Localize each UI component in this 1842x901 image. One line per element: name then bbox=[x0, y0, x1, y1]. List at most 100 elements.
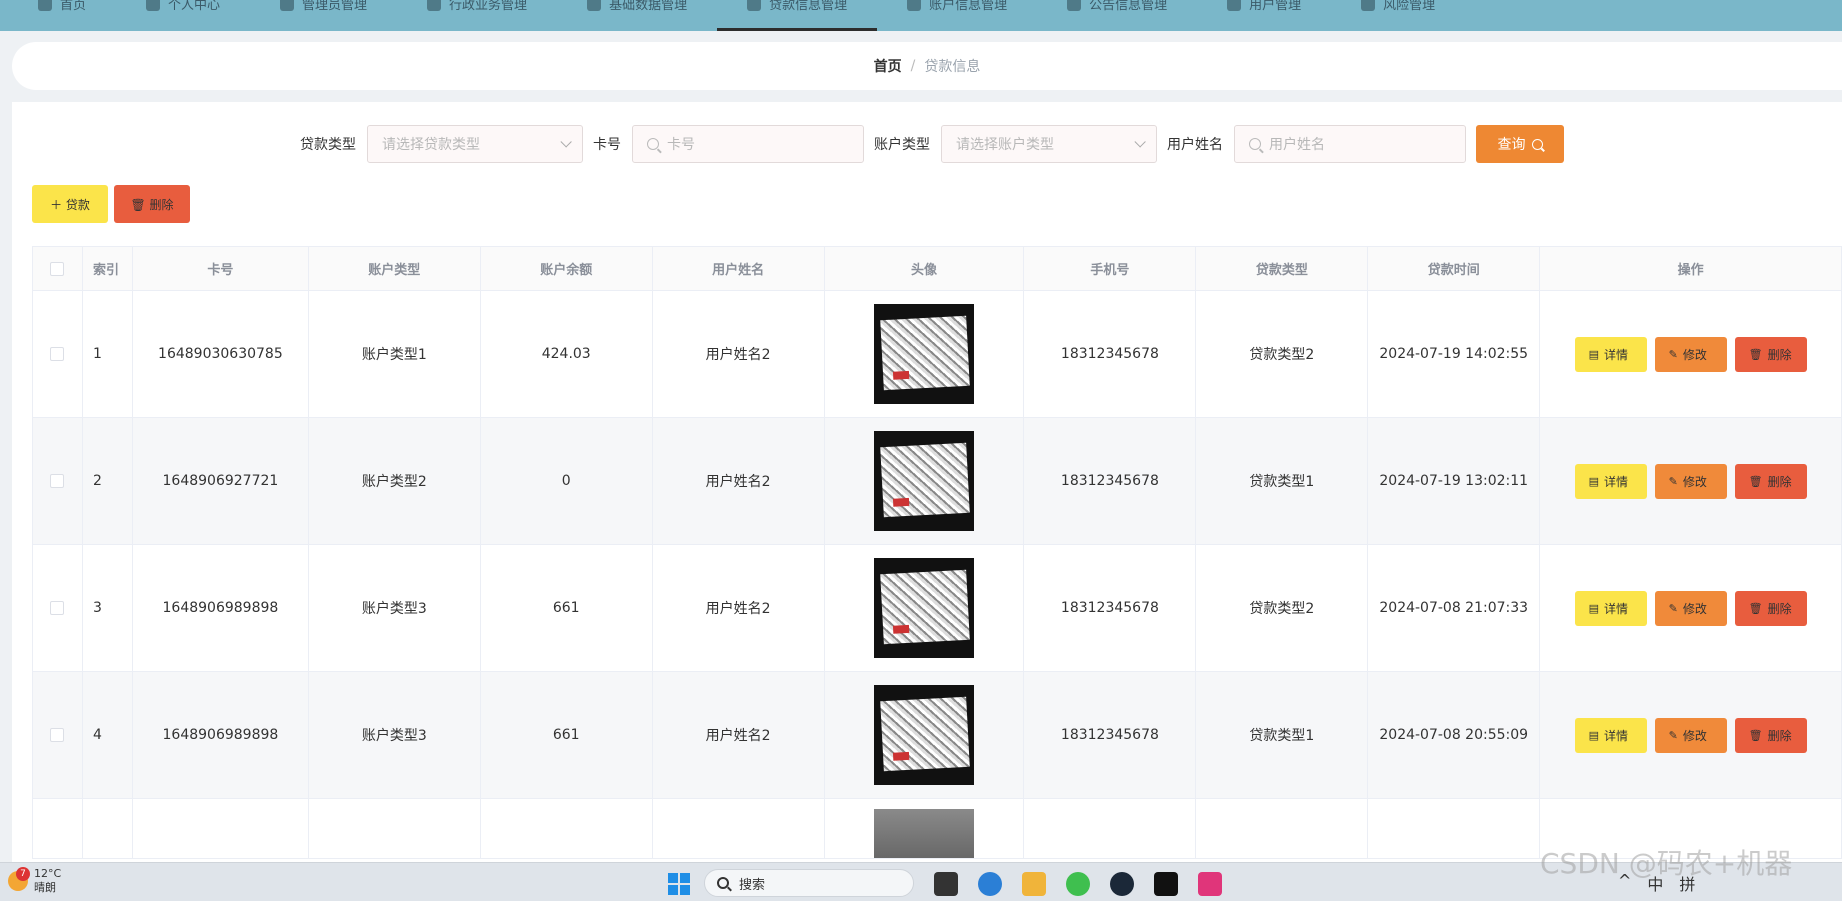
account-type-label: 账户类型 bbox=[874, 137, 930, 153]
nav-item-loan[interactable]: 贷款信息管理 bbox=[717, 0, 878, 31]
cell-ops: ▤ 详情 ✎ 修改 🗑 删除 bbox=[1540, 672, 1842, 799]
search-icon bbox=[717, 877, 729, 889]
table-row: 2 1648906927721 账户类型2 0 用户姓名2 1831234567… bbox=[33, 418, 1842, 545]
cell-username: 用户姓名2 bbox=[652, 672, 825, 799]
delete-label: 删除 bbox=[1767, 474, 1792, 489]
avatar[interactable] bbox=[874, 809, 975, 858]
cell-avatar bbox=[824, 672, 1025, 799]
nav-item-profile[interactable]: 个人中心 bbox=[116, 0, 250, 31]
users-icon bbox=[1227, 0, 1242, 11]
row-select[interactable] bbox=[33, 291, 83, 418]
row-select[interactable] bbox=[33, 418, 83, 545]
avatar[interactable] bbox=[874, 431, 975, 531]
pin-icon bbox=[427, 0, 442, 11]
avatar[interactable] bbox=[874, 685, 975, 785]
pencil-icon: ✎ bbox=[1668, 474, 1678, 488]
intellij-icon[interactable] bbox=[1198, 872, 1222, 896]
edit-label: 修改 bbox=[1682, 728, 1707, 743]
wechat-icon[interactable] bbox=[1066, 872, 1090, 896]
detail-label: 详情 bbox=[1604, 601, 1629, 616]
watermark: CSDN @码农+机器 bbox=[1540, 847, 1793, 880]
edge-icon[interactable] bbox=[978, 872, 1002, 896]
cell-ops: ▤ 详情 ✎ 修改 🗑 删除 bbox=[1540, 418, 1842, 545]
breadcrumb-home[interactable]: 首页 bbox=[874, 56, 902, 76]
document-icon: ▤ bbox=[1588, 601, 1599, 615]
task-view-icon[interactable] bbox=[934, 872, 958, 896]
admin-icon bbox=[280, 0, 295, 11]
detail-button[interactable]: ▤ 详情 bbox=[1574, 336, 1647, 372]
delete-button[interactable]: 🗑 删除 bbox=[1734, 336, 1807, 372]
avatar[interactable] bbox=[874, 558, 975, 658]
nav-item-admin[interactable]: 管理员管理 bbox=[250, 0, 397, 31]
delete-button[interactable]: 🗑 删除 bbox=[1734, 590, 1807, 626]
taskbar-search[interactable]: 搜索 bbox=[704, 869, 914, 897]
nav-item-home[interactable]: 首页 bbox=[8, 0, 116, 31]
steam-icon[interactable] bbox=[1110, 872, 1134, 896]
edit-button[interactable]: ✎ 修改 bbox=[1654, 336, 1727, 372]
pencil-icon: ✎ bbox=[1668, 728, 1678, 742]
header-ops: 操作 bbox=[1540, 247, 1842, 291]
cell-username: 用户姓名2 bbox=[652, 291, 825, 418]
header-loan-time: 贷款时间 bbox=[1368, 247, 1541, 291]
weather-widget[interactable]: 7 12°C 晴朗 bbox=[8, 867, 61, 895]
checkbox[interactable] bbox=[50, 728, 65, 742]
delete-button[interactable]: 🗑 删除 bbox=[1734, 463, 1807, 499]
edit-label: 修改 bbox=[1682, 474, 1707, 489]
nav-item-account[interactable]: 账户信息管理 bbox=[877, 0, 1037, 31]
edit-button[interactable]: ✎ 修改 bbox=[1654, 717, 1727, 753]
document-icon: ▤ bbox=[1588, 728, 1599, 742]
nav-item-risk[interactable]: 风险管理 bbox=[1331, 0, 1465, 31]
nav-item-users[interactable]: 用户管理 bbox=[1197, 0, 1331, 31]
edit-button[interactable]: ✎ 修改 bbox=[1654, 463, 1727, 499]
windows-start-icon[interactable] bbox=[668, 873, 690, 895]
folder-icon[interactable] bbox=[1022, 872, 1046, 896]
cell-index: 3 bbox=[82, 545, 133, 672]
account-icon bbox=[907, 0, 922, 11]
cell-index: 1 bbox=[82, 291, 133, 418]
checkbox[interactable] bbox=[50, 347, 65, 361]
breadcrumb: 首页 / 贷款信息 bbox=[12, 42, 1842, 90]
cell-account-type: 账户类型2 bbox=[308, 418, 481, 545]
user-icon bbox=[146, 0, 161, 11]
card-input[interactable]: 卡号 bbox=[632, 125, 864, 163]
header-card: 卡号 bbox=[132, 247, 309, 291]
plus-icon: ＋ bbox=[50, 197, 63, 212]
detail-button[interactable]: ▤ 详情 bbox=[1574, 717, 1647, 753]
pencil-icon: ✎ bbox=[1668, 347, 1678, 361]
search-icon bbox=[1249, 138, 1261, 150]
breadcrumb-current: 贷款信息 bbox=[924, 59, 981, 75]
loan-type-select[interactable]: 请选择贷款类型 bbox=[367, 125, 583, 163]
notification-badge: 7 bbox=[16, 867, 30, 881]
account-type-select[interactable]: 请选择账户类型 bbox=[941, 125, 1157, 163]
header-select-all[interactable] bbox=[33, 247, 83, 291]
delete-label: 删除 bbox=[1767, 347, 1792, 362]
row-select[interactable] bbox=[33, 545, 83, 672]
edit-label: 修改 bbox=[1682, 347, 1707, 362]
detail-button[interactable]: ▤ 详情 bbox=[1574, 463, 1647, 499]
checkbox[interactable] bbox=[50, 601, 65, 615]
delete-label: 删除 bbox=[1767, 601, 1792, 616]
nav-item-business[interactable]: 行政业务管理 bbox=[397, 0, 557, 31]
home-icon bbox=[38, 0, 52, 11]
trash-icon: 🗑 bbox=[1748, 347, 1763, 361]
nav-item-basedata[interactable]: 基础数据管理 bbox=[557, 0, 717, 31]
header-phone: 手机号 bbox=[1024, 247, 1197, 291]
edit-button[interactable]: ✎ 修改 bbox=[1654, 590, 1727, 626]
username-input[interactable]: 用户姓名 bbox=[1234, 125, 1466, 163]
nav-item-notice[interactable]: 公告信息管理 bbox=[1037, 0, 1197, 31]
cell-avatar bbox=[824, 291, 1025, 418]
header-balance: 账户余额 bbox=[480, 247, 653, 291]
delete-button[interactable]: 🗑 删除 bbox=[1734, 717, 1807, 753]
checkbox[interactable] bbox=[50, 474, 65, 488]
header-loan-type: 贷款类型 bbox=[1196, 247, 1369, 291]
row-select[interactable] bbox=[33, 672, 83, 799]
detail-button[interactable]: ▤ 详情 bbox=[1574, 590, 1647, 626]
cell-balance: 661 bbox=[480, 672, 653, 799]
add-loan-button[interactable]: ＋ 贷款 bbox=[32, 185, 108, 223]
bulk-delete-button[interactable]: 🗑 删除 bbox=[114, 185, 190, 223]
checkbox[interactable] bbox=[50, 261, 65, 276]
avatar[interactable] bbox=[874, 304, 975, 404]
query-button[interactable]: 查询 bbox=[1476, 125, 1564, 163]
cell-card: 1648906989898 bbox=[132, 545, 309, 672]
app-icon[interactable] bbox=[1154, 872, 1178, 896]
